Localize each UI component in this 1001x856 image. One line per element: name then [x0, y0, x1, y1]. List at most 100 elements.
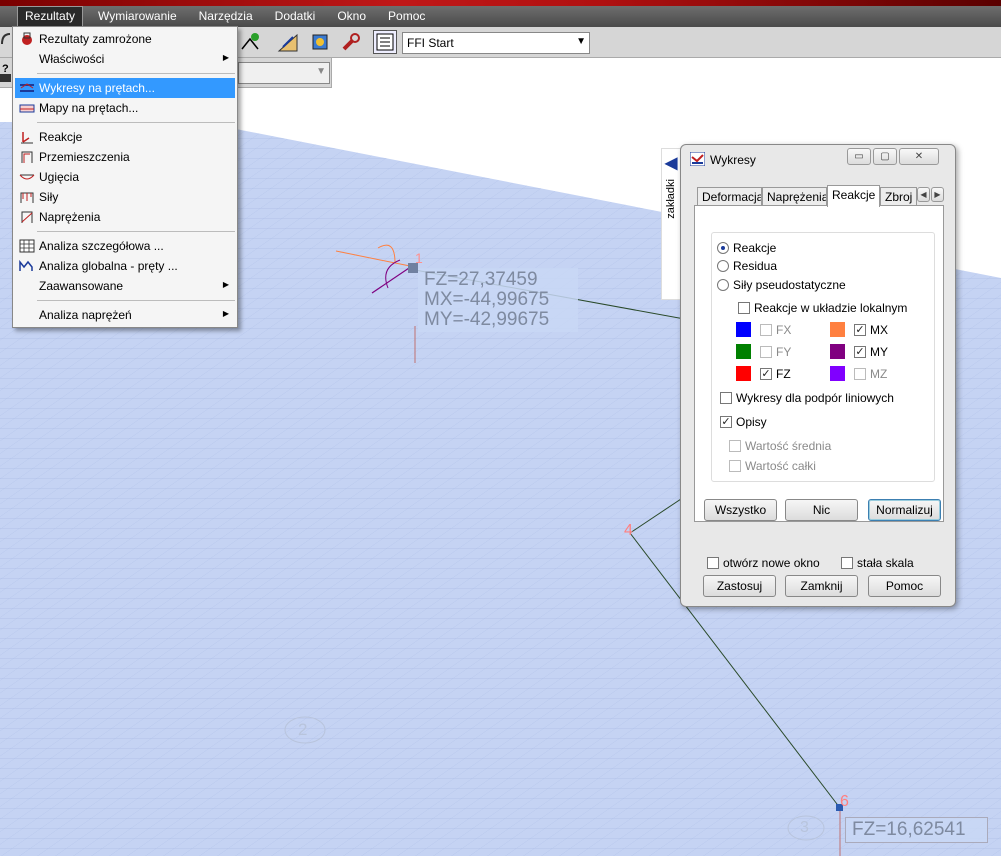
- checkbox[interactable]: [720, 392, 732, 404]
- measure-tool-icon[interactable]: [276, 30, 300, 54]
- menu-item-forces[interactable]: Siły: [13, 187, 237, 207]
- checkbox-label: MY: [870, 345, 888, 359]
- menu-item-stresses[interactable]: Naprężenia: [13, 207, 237, 227]
- radio-button[interactable]: [717, 279, 729, 291]
- tab-deformacja[interactable]: Deformacja: [697, 187, 762, 206]
- radio-pseudostatic[interactable]: Siły pseudostatyczne: [717, 278, 846, 292]
- checkbox-mx[interactable]: ✓ MX: [854, 323, 888, 337]
- menu-item-displacements[interactable]: Przemieszczenia: [13, 147, 237, 167]
- checkbox-fz[interactable]: ✓ FZ: [760, 367, 791, 381]
- my-color-swatch[interactable]: [830, 344, 845, 359]
- menu-item-deflections[interactable]: Ugięcia: [13, 167, 237, 187]
- checkbox-line-supports[interactable]: Wykresy dla podpór liniowych: [720, 391, 894, 405]
- tab-zbrojenie[interactable]: Zbroj: [880, 187, 917, 206]
- menu-item-label: Analiza globalna - pręty ...: [39, 259, 178, 273]
- checkbox[interactable]: [841, 557, 853, 569]
- checkbox[interactable]: [729, 440, 741, 452]
- menu-item-detailed-analysis[interactable]: Analiza szczegółowa ...: [13, 236, 237, 256]
- menu-item-reactions[interactable]: Reakcje: [13, 127, 237, 147]
- checkbox[interactable]: ✓: [854, 346, 866, 358]
- wrench-icon[interactable]: [339, 30, 363, 54]
- checkbox-fy[interactable]: FY: [760, 345, 791, 359]
- menu-item-stress-analysis[interactable]: Analiza naprężeń ▶: [13, 305, 237, 325]
- frozen-results-icon: [19, 32, 35, 46]
- help-button[interactable]: Pomoc: [868, 575, 941, 597]
- menu-item-properties[interactable]: Właściwości ▶: [13, 49, 237, 69]
- checkbox-my[interactable]: ✓ MY: [854, 345, 888, 359]
- checkbox-label: MX: [870, 323, 888, 337]
- side-tab-label: zakładki: [665, 179, 677, 219]
- menu-okno[interactable]: Okno: [330, 7, 373, 26]
- checkbox[interactable]: [707, 557, 719, 569]
- fy-color-swatch[interactable]: [736, 344, 751, 359]
- structure-node-icon[interactable]: [238, 30, 262, 54]
- mx-color-swatch[interactable]: [830, 322, 845, 337]
- menu-item-bar-maps[interactable]: Mapy na prętach...: [13, 98, 237, 118]
- apply-button[interactable]: Zastosuj: [703, 575, 776, 597]
- fx-color-swatch[interactable]: [736, 322, 751, 337]
- layout-select-value: FFI Start: [407, 36, 454, 50]
- submenu-arrow-icon: ▶: [222, 53, 229, 62]
- select-none-button[interactable]: Nic: [785, 499, 858, 521]
- menu-item-label: Rezultaty zamrożone: [39, 32, 152, 46]
- checkbox-new-window[interactable]: otwórz nowe okno: [707, 556, 820, 570]
- normalize-button[interactable]: Normalizuj: [868, 499, 941, 521]
- select-all-button[interactable]: Wszystko: [704, 499, 777, 521]
- secondary-select[interactable]: ▼: [238, 62, 330, 84]
- arrow-left-icon[interactable]: ◀: [665, 153, 677, 173]
- submenu-arrow-icon: ▶: [222, 309, 229, 318]
- chevron-down-icon[interactable]: ▼: [316, 66, 326, 77]
- chevron-down-icon[interactable]: ▼: [576, 36, 586, 47]
- checkbox-integral-value[interactable]: Wartość całki: [729, 459, 816, 473]
- checkbox[interactable]: [729, 460, 741, 472]
- checkbox[interactable]: ✓: [720, 416, 732, 428]
- minimize-icon[interactable]: ▭: [847, 148, 871, 165]
- menu-item-global-analysis[interactable]: Analiza globalna - pręty ...: [13, 256, 237, 276]
- menu-item-label: Przemieszczenia: [39, 150, 130, 164]
- tab-naprezenia[interactable]: Naprężenia: [762, 187, 827, 206]
- tab-scroll-right-icon[interactable]: ▶: [931, 187, 944, 202]
- dialog-titlebar[interactable]: Wykresy ▭ ▢ ✕: [681, 145, 955, 173]
- radio-residua[interactable]: Residua: [717, 259, 777, 273]
- toolbar-partial-icon[interactable]: [0, 30, 12, 52]
- checkbox-fx[interactable]: FX: [760, 323, 791, 337]
- menu-rezultaty[interactable]: Rezultaty: [17, 6, 84, 27]
- layout-icon[interactable]: [373, 30, 397, 54]
- bar-maps-icon: [19, 101, 35, 115]
- menu-item-bar-diagrams[interactable]: Wykresy na prętach...: [15, 78, 235, 98]
- menu-narzedzia[interactable]: Narzędzia: [192, 7, 260, 26]
- checkbox-descriptions[interactable]: ✓ Opisy: [720, 415, 767, 429]
- checkbox-local-reactions[interactable]: Reakcje w układzie lokalnym: [738, 301, 907, 315]
- checkbox[interactable]: [854, 368, 866, 380]
- menu-item-label: Analiza szczegółowa ...: [39, 239, 164, 253]
- tab-scroll-left-icon[interactable]: ◀: [917, 187, 930, 202]
- tab-reakcje[interactable]: Reakcje: [827, 185, 880, 207]
- close-icon[interactable]: ✕: [899, 148, 939, 165]
- checkbox[interactable]: ✓: [854, 324, 866, 336]
- svg-text:?: ?: [2, 63, 9, 75]
- checkbox-label: MZ: [870, 367, 888, 381]
- menu-wymiarowanie[interactable]: Wymiarowanie: [91, 7, 184, 26]
- help-partial-icon[interactable]: ?: [0, 60, 12, 84]
- checkbox[interactable]: [760, 324, 772, 336]
- checkbox-average-value[interactable]: Wartość średnia: [729, 439, 831, 453]
- maximize-icon[interactable]: ▢: [873, 148, 897, 165]
- checkbox-label: Opisy: [736, 415, 767, 429]
- checkbox[interactable]: [738, 302, 750, 314]
- checkbox-constant-scale[interactable]: stała skala: [841, 556, 914, 570]
- model-3d-icon[interactable]: [308, 30, 332, 54]
- menu-item-frozen-results[interactable]: Rezultaty zamrożone: [13, 29, 237, 49]
- layout-select[interactable]: FFI Start ▼: [402, 32, 590, 54]
- checkbox-mz[interactable]: MZ: [854, 367, 887, 381]
- checkbox[interactable]: [760, 346, 772, 358]
- fz-color-swatch[interactable]: [736, 366, 751, 381]
- close-button[interactable]: Zamknij: [785, 575, 858, 597]
- menu-pomoc[interactable]: Pomoc: [381, 7, 432, 26]
- radio-reactions[interactable]: Reakcje: [717, 241, 776, 255]
- menu-dodatki[interactable]: Dodatki: [268, 7, 323, 26]
- mz-color-swatch[interactable]: [830, 366, 845, 381]
- radio-button[interactable]: [717, 242, 729, 254]
- checkbox[interactable]: ✓: [760, 368, 772, 380]
- radio-button[interactable]: [717, 260, 729, 272]
- menu-item-advanced[interactable]: Zaawansowane ▶: [13, 276, 237, 296]
